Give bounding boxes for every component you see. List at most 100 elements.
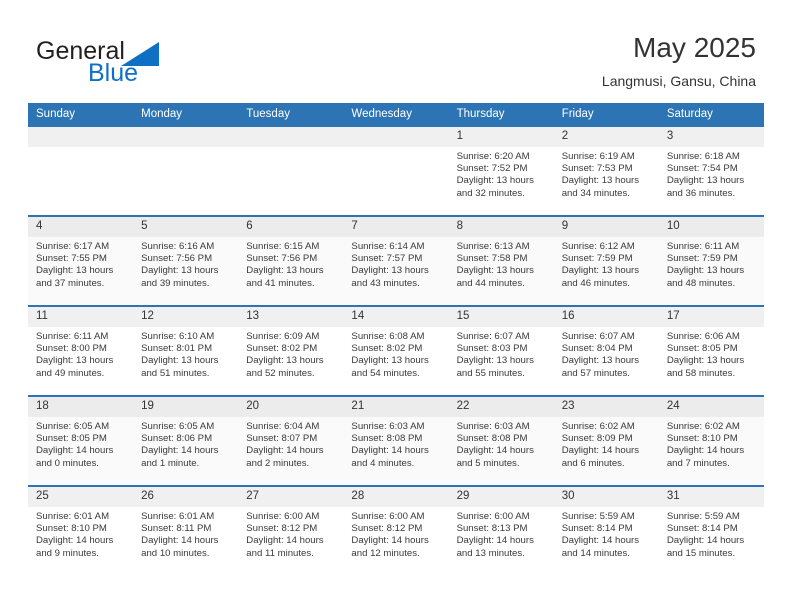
calendar-week-row: 1 Sunrise: 6:20 AM Sunset: 7:52 PM Dayli… [28, 125, 764, 216]
day-cell[interactable]: 24 Sunrise: 6:02 AM Sunset: 8:10 PM Dayl… [658, 395, 764, 486]
day-cell[interactable]: 9 Sunrise: 6:12 AM Sunset: 7:59 PM Dayli… [553, 215, 659, 306]
day-number: 31 [658, 487, 764, 507]
day-cell[interactable]: 8 Sunrise: 6:13 AM Sunset: 7:58 PM Dayli… [448, 215, 554, 306]
day-cell[interactable]: 13 Sunrise: 6:09 AM Sunset: 8:02 PM Dayl… [238, 305, 344, 396]
sunrise-text: Sunrise: 6:11 AM [36, 331, 109, 342]
logo-text-blue: Blue [88, 59, 139, 87]
day-cell[interactable]: 20 Sunrise: 6:04 AM Sunset: 8:07 PM Dayl… [238, 395, 344, 486]
daylight-text-line1: Daylight: 14 hours [456, 535, 534, 547]
day-cell[interactable]: 23 Sunrise: 6:02 AM Sunset: 8:09 PM Dayl… [553, 395, 659, 486]
title-block: May 2025 Langmusi, Gansu, China [602, 32, 756, 90]
day-number: 20 [238, 397, 344, 417]
day-cell[interactable]: 12 Sunrise: 6:10 AM Sunset: 8:01 PM Dayl… [133, 305, 239, 396]
sunset-text: Sunset: 8:12 PM [351, 523, 423, 535]
day-cell[interactable]: 15 Sunrise: 6:07 AM Sunset: 8:03 PM Dayl… [448, 305, 554, 396]
day-number: 28 [343, 487, 449, 507]
daylight-text-line1: Daylight: 14 hours [141, 535, 219, 547]
day-cell[interactable]: 31 Sunrise: 5:59 AM Sunset: 8:14 PM Dayl… [658, 485, 764, 576]
day-cell[interactable]: 25 Sunrise: 6:01 AM Sunset: 8:10 PM Dayl… [28, 485, 134, 576]
day-number: 25 [28, 487, 134, 507]
day-info: Sunrise: 5:59 AM Sunset: 8:14 PM Dayligh… [554, 507, 659, 560]
sunrise-sunset-calendar: Sunday Monday Tuesday Wednesday Thursday… [28, 103, 764, 576]
day-info: Sunrise: 6:05 AM Sunset: 8:06 PM Dayligh… [133, 417, 238, 470]
daylight-text-line2: and 43 minutes. [351, 277, 420, 289]
day-cell[interactable]: 4 Sunrise: 6:17 AM Sunset: 7:55 PM Dayli… [28, 215, 134, 306]
day-cell[interactable]: 18 Sunrise: 6:05 AM Sunset: 8:05 PM Dayl… [28, 395, 134, 486]
daylight-text-line2: and 13 minutes. [456, 547, 525, 559]
sunrise-text: Sunrise: 6:01 AM [141, 511, 215, 522]
day-number [133, 127, 239, 147]
calendar-week-row: 18 Sunrise: 6:05 AM Sunset: 8:05 PM Dayl… [28, 395, 764, 486]
daylight-text-line1: Daylight: 13 hours [561, 355, 640, 367]
day-cell[interactable]: 26 Sunrise: 6:01 AM Sunset: 8:11 PM Dayl… [133, 485, 239, 576]
day-cell[interactable]: 22 Sunrise: 6:03 AM Sunset: 8:08 PM Dayl… [448, 395, 554, 486]
day-number: 16 [553, 307, 659, 327]
sunset-text: Sunset: 8:05 PM [666, 343, 738, 355]
day-info: Sunrise: 6:11 AM Sunset: 8:00 PM Dayligh… [28, 327, 133, 380]
daylight-text-line2: and 15 minutes. [666, 547, 736, 559]
sunrise-text: Sunrise: 6:02 AM [561, 421, 635, 432]
day-cell-empty [28, 125, 134, 216]
daylight-text-line2: and 37 minutes. [36, 277, 105, 289]
day-number: 14 [343, 307, 449, 327]
day-cell[interactable]: 28 Sunrise: 6:00 AM Sunset: 8:12 PM Dayl… [343, 485, 449, 576]
sunrise-text: Sunrise: 6:16 AM [141, 241, 215, 252]
day-cell[interactable]: 10 Sunrise: 6:11 AM Sunset: 7:59 PM Dayl… [658, 215, 764, 306]
day-cell[interactable]: 14 Sunrise: 6:08 AM Sunset: 8:02 PM Dayl… [343, 305, 449, 396]
sunset-text: Sunset: 8:12 PM [246, 523, 318, 535]
daylight-text-line1: Daylight: 13 hours [561, 175, 640, 187]
day-cell[interactable]: 2 Sunrise: 6:19 AM Sunset: 7:53 PM Dayli… [553, 125, 659, 216]
day-cell[interactable]: 6 Sunrise: 6:15 AM Sunset: 7:56 PM Dayli… [238, 215, 344, 306]
sunset-text: Sunset: 8:02 PM [246, 343, 318, 355]
sunset-text: Sunset: 7:58 PM [456, 253, 528, 265]
day-cell[interactable]: 16 Sunrise: 6:07 AM Sunset: 8:04 PM Dayl… [553, 305, 659, 396]
day-cell[interactable]: 21 Sunrise: 6:03 AM Sunset: 8:08 PM Dayl… [343, 395, 449, 486]
daylight-text-line1: Daylight: 13 hours [666, 265, 745, 277]
sunrise-text: Sunrise: 6:06 AM [666, 331, 740, 342]
general-blue-logo[interactable]: General Blue [36, 38, 206, 90]
weekday-header-sunday: Sunday [28, 103, 134, 126]
day-number: 8 [448, 217, 554, 237]
day-info: Sunrise: 6:07 AM Sunset: 8:04 PM Dayligh… [554, 327, 659, 380]
day-info: Sunrise: 6:02 AM Sunset: 8:09 PM Dayligh… [554, 417, 659, 470]
sunset-text: Sunset: 8:10 PM [666, 433, 738, 445]
sunset-text: Sunset: 8:01 PM [141, 343, 213, 355]
day-cell[interactable]: 3 Sunrise: 6:18 AM Sunset: 7:54 PM Dayli… [658, 125, 764, 216]
daylight-text-line2: and 4 minutes. [351, 457, 415, 469]
daylight-text-line2: and 1 minute. [141, 457, 200, 469]
day-number: 7 [343, 217, 449, 237]
daylight-text-line2: and 0 minutes. [36, 457, 99, 469]
daylight-text-line2: and 2 minutes. [246, 457, 310, 469]
day-info: Sunrise: 6:17 AM Sunset: 7:55 PM Dayligh… [28, 237, 133, 290]
day-cell[interactable]: 5 Sunrise: 6:16 AM Sunset: 7:56 PM Dayli… [133, 215, 239, 306]
day-cell[interactable]: 29 Sunrise: 6:00 AM Sunset: 8:13 PM Dayl… [448, 485, 554, 576]
day-number: 15 [448, 307, 554, 327]
daylight-text-line1: Daylight: 14 hours [351, 445, 429, 457]
sunset-text: Sunset: 7:53 PM [561, 163, 633, 175]
sunset-text: Sunset: 8:10 PM [36, 523, 107, 535]
day-cell[interactable]: 17 Sunrise: 6:06 AM Sunset: 8:05 PM Dayl… [658, 305, 764, 396]
day-cell[interactable]: 11 Sunrise: 6:11 AM Sunset: 8:00 PM Dayl… [28, 305, 134, 396]
daylight-text-line1: Daylight: 13 hours [351, 355, 429, 367]
daylight-text-line1: Daylight: 13 hours [456, 175, 534, 187]
day-cell[interactable]: 27 Sunrise: 6:00 AM Sunset: 8:12 PM Dayl… [238, 485, 344, 576]
sunset-text: Sunset: 8:06 PM [141, 433, 213, 445]
daylight-text-line1: Daylight: 14 hours [561, 445, 640, 457]
sunset-text: Sunset: 8:03 PM [456, 343, 528, 355]
day-cell[interactable]: 19 Sunrise: 6:05 AM Sunset: 8:06 PM Dayl… [133, 395, 239, 486]
sunset-text: Sunset: 8:13 PM [456, 523, 528, 535]
sunrise-text: Sunrise: 6:07 AM [456, 331, 530, 342]
day-info: Sunrise: 6:08 AM Sunset: 8:02 PM Dayligh… [343, 327, 448, 380]
day-cell[interactable]: 7 Sunrise: 6:14 AM Sunset: 7:57 PM Dayli… [343, 215, 449, 306]
day-info: Sunrise: 6:01 AM Sunset: 8:11 PM Dayligh… [133, 507, 238, 560]
day-cell[interactable]: 30 Sunrise: 5:59 AM Sunset: 8:14 PM Dayl… [553, 485, 659, 576]
sunrise-text: Sunrise: 6:03 AM [456, 421, 530, 432]
day-info: Sunrise: 6:00 AM Sunset: 8:12 PM Dayligh… [343, 507, 448, 560]
sunset-text: Sunset: 8:08 PM [351, 433, 423, 445]
sunset-text: Sunset: 7:59 PM [666, 253, 738, 265]
daylight-text-line2: and 5 minutes. [456, 457, 520, 469]
day-cell[interactable]: 1 Sunrise: 6:20 AM Sunset: 7:52 PM Dayli… [448, 125, 554, 216]
daylight-text-line1: Daylight: 13 hours [561, 265, 640, 277]
daylight-text-line2: and 11 minutes. [246, 547, 314, 559]
daylight-text-line1: Daylight: 13 hours [141, 355, 219, 367]
